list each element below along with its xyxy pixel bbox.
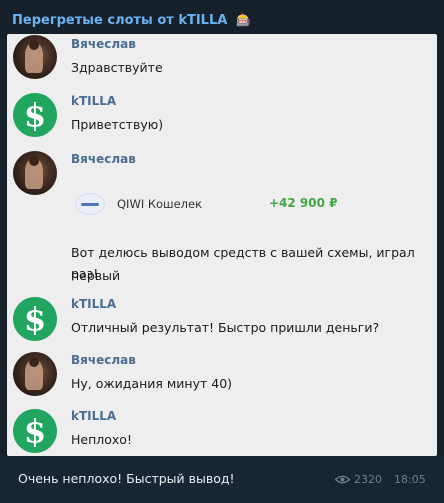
message-author: kTILLA	[71, 94, 117, 108]
message-author: Вячеслав	[71, 37, 136, 51]
message-text-line: раз!	[71, 266, 99, 281]
message-author: kTILLA	[71, 409, 117, 423]
message-author: kTILLA	[71, 297, 117, 311]
avatar	[13, 35, 57, 79]
avatar	[13, 151, 57, 195]
message-text: Отличный результат! Быстро пришли деньги…	[71, 320, 380, 335]
post-caption: Очень неплохо! Быстрый вывод!	[18, 471, 235, 486]
avatar	[13, 352, 57, 396]
chat-screenshot-image: Вячеслав Здравствуйте $ kTILLA Приветств…	[7, 34, 437, 456]
slot-machine-icon: 🎰	[236, 13, 252, 27]
dollar-icon: $	[13, 297, 57, 341]
payment-amount: +42 900 ₽	[269, 196, 338, 210]
message-text: Ну, ожидания минут 40)	[71, 376, 233, 391]
payment-service-name: QIWI Кошелек	[117, 197, 203, 211]
dollar-icon: $	[13, 93, 57, 137]
message-text: Приветствую)	[71, 117, 164, 132]
payment-attachment: QIWI Кошелек +42 900 ₽	[71, 191, 371, 221]
post-time: 18:05	[394, 473, 426, 486]
view-count: 2320	[354, 473, 382, 486]
channel-title[interactable]: Перегретые слоты от kTILLA	[12, 13, 227, 28]
channel-header: Перегретые слоты от kTILLA 🎰	[0, 0, 444, 34]
post-footer: Очень неплохо! Быстрый вывод! 2320 18:05	[0, 456, 444, 503]
qiwi-logo-icon	[75, 193, 105, 215]
message-text: Неплохо!	[71, 432, 132, 447]
message-author: Вячеслав	[71, 152, 136, 166]
eye-icon	[335, 475, 350, 484]
message-author: Вячеслав	[71, 353, 136, 367]
message-text: Здравствуйте	[71, 60, 163, 75]
dollar-icon: $	[13, 409, 57, 453]
